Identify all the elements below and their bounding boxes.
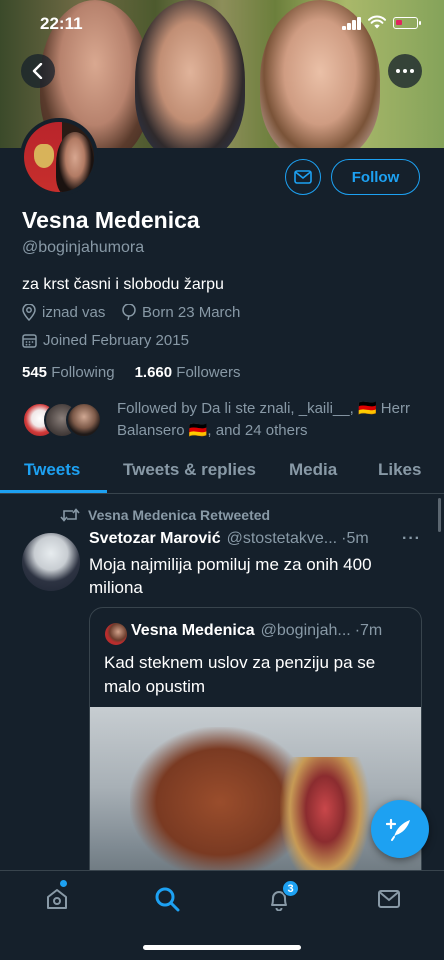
quoted-tweet[interactable]: Vesna Medenica @boginjah... ·7m Kad stek… xyxy=(89,607,422,897)
followers-count: 1.660 xyxy=(134,364,173,381)
profile-tabs: Tweets Tweets & replies Media Likes xyxy=(0,446,444,494)
profile-handle: @boginjahumora xyxy=(22,239,145,256)
location-text: iznad vas xyxy=(42,304,106,321)
quoted-tweet-image[interactable] xyxy=(90,707,421,896)
balloon-icon xyxy=(122,304,136,321)
tweet-more-icon[interactable]: ··· xyxy=(402,530,421,548)
following-link[interactable]: 545 Following xyxy=(22,364,115,381)
home-indicator[interactable] xyxy=(143,945,301,950)
search-icon xyxy=(155,887,180,912)
profile-avatar[interactable] xyxy=(20,118,98,196)
nav-home-button[interactable] xyxy=(43,885,71,913)
followers-label: Followers xyxy=(176,364,241,381)
rider-image xyxy=(280,757,370,887)
avatar-photo xyxy=(56,132,94,192)
followed-by-avatars[interactable] xyxy=(22,402,104,438)
quoted-author-avatar xyxy=(105,623,127,645)
tweet-author-name[interactable]: Svetozar Marović xyxy=(89,530,221,548)
tab-tweets-and-replies[interactable]: Tweets & replies xyxy=(123,460,256,480)
quoted-tweet-header: Vesna Medenica @boginjah... ·7m xyxy=(131,622,411,640)
wifi-icon xyxy=(368,15,386,29)
profile-name: Vesna Medenica xyxy=(22,207,200,233)
home-icon xyxy=(47,889,67,909)
following-count: 545 xyxy=(22,364,48,381)
cellular-signal-icon xyxy=(342,17,362,30)
followed-by-text[interactable]: Followed by Da li ste znali, _kaili__, 🇩… xyxy=(117,398,427,442)
profile-joined: Joined February 2015 xyxy=(22,332,189,349)
envelope-icon xyxy=(294,170,312,184)
compose-tweet-button[interactable] xyxy=(371,800,429,858)
profile-location: iznad vas xyxy=(22,304,105,321)
tab-tweets[interactable]: Tweets xyxy=(24,460,80,480)
tweet-author-handle: @stostetakve... xyxy=(226,530,338,547)
nav-messages-button[interactable] xyxy=(375,885,403,913)
quoted-tweet-text: Kad steknem uslov za penziju pa se malo … xyxy=(104,653,376,696)
scrollbar[interactable] xyxy=(438,498,441,532)
more-options-button[interactable] xyxy=(388,54,422,88)
chevron-left-icon xyxy=(32,63,43,79)
tweet-author-avatar[interactable] xyxy=(22,533,80,591)
birthday-text: Born 23 March xyxy=(142,304,241,321)
active-tab-indicator xyxy=(0,490,107,493)
tweet-header: Svetozar Marović @stostetakve... ·5m xyxy=(89,530,419,548)
follower-avatar xyxy=(66,402,102,438)
tweet-time: ·5m xyxy=(341,530,369,547)
calendar-icon xyxy=(22,334,37,348)
tab-media[interactable]: Media xyxy=(289,460,337,480)
feather-plus-icon xyxy=(386,818,410,841)
retweet-context: Vesna Medenica Retweeted xyxy=(60,507,270,523)
tab-likes[interactable]: Likes xyxy=(378,460,421,480)
message-button[interactable] xyxy=(285,159,321,195)
following-label: Following xyxy=(51,364,115,381)
quoted-tweet-time: ·7m xyxy=(354,622,383,639)
home-new-dot xyxy=(60,880,67,887)
profile-bio: za krst časni i slobodu žarpu xyxy=(22,276,224,293)
back-button[interactable] xyxy=(21,54,55,88)
status-bar: 22:11 xyxy=(0,0,444,48)
mail-icon xyxy=(378,890,400,908)
more-dots-icon xyxy=(396,69,414,73)
followers-link[interactable]: 1.660 Followers xyxy=(135,364,241,381)
profile-birthday: Born 23 March xyxy=(122,304,240,321)
tweet-text: Moja najmilija pomiluj me za onih 400 mi… xyxy=(89,555,372,597)
retweet-icon xyxy=(60,508,80,522)
status-time: 22:11 xyxy=(40,14,83,33)
notification-badge: 3 xyxy=(282,880,299,897)
follow-button[interactable]: Follow xyxy=(331,159,420,195)
follow-counts: 545 Following 1.660 Followers xyxy=(22,364,240,381)
location-pin-icon xyxy=(22,304,36,321)
quoted-author-name: Vesna Medenica xyxy=(131,622,255,639)
joined-text: Joined February 2015 xyxy=(43,332,189,349)
battery-low-icon xyxy=(393,17,421,29)
nav-search-button[interactable] xyxy=(153,885,181,913)
quoted-author-handle: @boginjah... xyxy=(260,622,351,639)
retweet-label: Vesna Medenica Retweeted xyxy=(88,507,271,523)
